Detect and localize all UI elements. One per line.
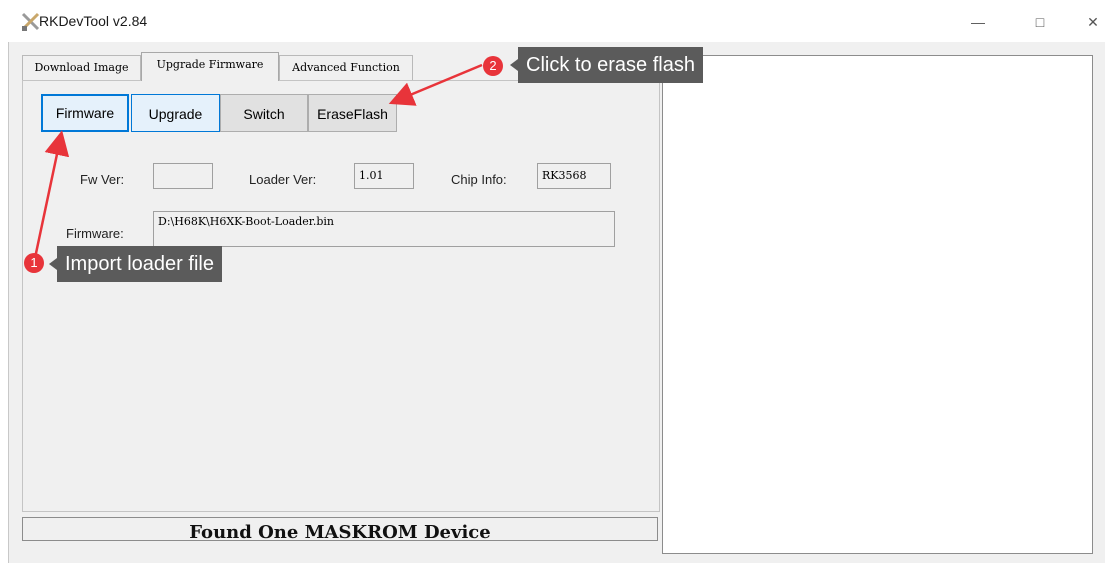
tab-upgrade-firmware[interactable]: Upgrade Firmware: [141, 52, 279, 81]
loader-ver-label: Loader Ver:: [249, 172, 317, 187]
close-icon[interactable]: ✕: [1083, 12, 1103, 32]
firmware-label: Firmware:: [66, 226, 124, 241]
annotation-badge-1: 1: [24, 253, 44, 273]
status-bar: Found One MASKROM Device: [22, 517, 658, 541]
chip-info-field: RK3568: [537, 163, 611, 189]
maximize-icon[interactable]: □: [1030, 12, 1050, 32]
fw-ver-field: [153, 163, 213, 189]
switch-button[interactable]: Switch: [220, 94, 308, 132]
callout-erase-flash: Click to erase flash: [510, 47, 703, 83]
log-panel: [662, 55, 1093, 554]
annotation-badge-2: 2: [483, 56, 503, 76]
loader-ver-field: 1.01: [354, 163, 414, 189]
tab-advanced-function[interactable]: Advanced Function: [279, 55, 413, 80]
tab-panel-upgrade-firmware: [22, 80, 660, 512]
erase-flash-button[interactable]: EraseFlash: [308, 94, 397, 132]
tab-download-image[interactable]: Download Image: [22, 55, 141, 80]
fw-ver-label: Fw Ver:: [80, 172, 125, 187]
window-title: RKDevTool v2.84: [39, 13, 148, 29]
firmware-path-field: D:\H68K\H6XK-Boot-Loader.bin: [153, 211, 615, 247]
title-bar: RKDevTool v2.84 — □ ✕: [8, 0, 1105, 42]
callout-import-loader: Import loader file: [49, 246, 222, 282]
firmware-button[interactable]: Firmware: [41, 94, 129, 132]
upgrade-button[interactable]: Upgrade: [131, 94, 220, 132]
chip-info-label: Chip Info:: [451, 172, 507, 187]
minimize-icon[interactable]: —: [968, 12, 988, 32]
